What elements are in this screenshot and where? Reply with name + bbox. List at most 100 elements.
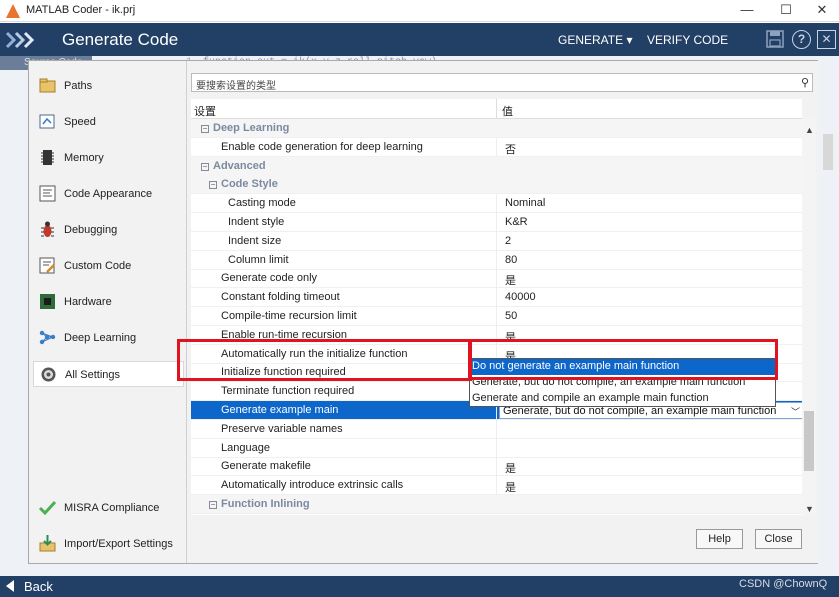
setting-value[interactable]: 是 xyxy=(505,460,516,476)
setting-name: Compile-time recursion limit xyxy=(221,310,357,322)
setting-name: Indent size xyxy=(228,235,281,247)
sidebar-item-label: Speed xyxy=(64,116,96,128)
settings-search-input[interactable]: 要搜索设置的类型 ⚲ xyxy=(191,73,813,92)
save-icon[interactable] xyxy=(766,30,784,48)
search-icon[interactable]: ⚲ xyxy=(801,76,809,89)
table-row[interactable]: Generate makefile 是 xyxy=(191,457,802,477)
collapse-toggle-icon[interactable]: − xyxy=(209,501,217,509)
table-group-row[interactable]: − Advanced xyxy=(191,156,802,176)
setting-value[interactable]: 是 xyxy=(505,272,516,288)
setting-name-text: Indent style xyxy=(228,216,285,228)
sidebar-item-label: Import/Export Settings xyxy=(64,538,173,550)
setting-value[interactable]: 40000 xyxy=(505,291,536,303)
bug-icon xyxy=(41,221,54,237)
scroll-up-arrow-icon[interactable]: ▲ xyxy=(805,125,814,135)
cell-divider xyxy=(496,213,497,232)
sidebar-item-misra-compliance[interactable]: MISRA Compliance xyxy=(33,495,184,521)
table-row[interactable]: Automatically introduce extrinsic calls 是 xyxy=(191,476,802,496)
setting-name: − Deep Learning xyxy=(201,122,289,134)
sidebar-item-memory[interactable]: Memory xyxy=(33,145,184,171)
sidebar-item-paths[interactable]: Paths xyxy=(33,73,184,99)
table-row[interactable]: Preserve variable names xyxy=(191,419,802,439)
table-row[interactable]: Column limit 80 xyxy=(191,250,802,270)
sidebar-item-label: Memory xyxy=(64,152,104,164)
annotation-highlight-value xyxy=(468,339,778,380)
cell-divider xyxy=(496,307,497,326)
setting-value[interactable]: 否 xyxy=(505,141,516,157)
sidebar-item-hardware[interactable]: Hardware xyxy=(33,289,184,315)
cell-divider xyxy=(496,457,497,477)
setting-name-text: Casting mode xyxy=(228,197,296,210)
column-divider[interactable] xyxy=(496,99,497,119)
setting-name-text: Deep Learning xyxy=(213,122,290,134)
settings-table: − Deep Learning Enable code generation for… xyxy=(191,119,802,515)
setting-value[interactable]: 50 xyxy=(505,310,517,322)
minimize-button[interactable]: — xyxy=(731,1,763,19)
chevron-down-icon[interactable]: ﹀ xyxy=(791,405,800,418)
cell-divider xyxy=(496,231,497,251)
table-scrollbar[interactable]: ▲ ▼ xyxy=(802,119,816,515)
cell-divider xyxy=(496,419,497,439)
sidebar-item-speed[interactable]: Speed xyxy=(33,109,184,135)
watermark: CSDN @ChownQ xyxy=(739,578,828,590)
scroll-down-arrow-icon[interactable]: ▼ xyxy=(805,504,814,514)
sidebar-item-import-export[interactable]: Import/Export Settings xyxy=(33,531,184,557)
scrollbar-thumb[interactable] xyxy=(804,411,814,471)
setting-name-text: Advanced xyxy=(213,159,266,172)
help-button[interactable]: Help xyxy=(696,529,743,549)
table-row[interactable]: Enable code generation for deep learning… xyxy=(191,137,802,157)
cell-divider xyxy=(496,438,497,458)
setting-name: − Code Style xyxy=(209,178,278,190)
matlab-logo-icon xyxy=(6,4,20,18)
sidebar-item-all-settings[interactable]: All Settings xyxy=(33,361,184,387)
table-group-row[interactable]: − Function Inlining xyxy=(191,495,802,514)
window-close-button[interactable]: ✕ xyxy=(806,1,838,19)
setting-name: Generate example main xyxy=(221,404,338,416)
setting-name-text: Indent size xyxy=(228,234,282,247)
close-button[interactable]: Close xyxy=(755,529,802,549)
help-icon[interactable]: ? xyxy=(792,30,811,49)
setting-name: Casting mode xyxy=(228,197,296,209)
sidebar-item-custom-code[interactable]: Custom Code xyxy=(33,253,184,279)
table-row[interactable]: Indent style K&R xyxy=(191,213,802,232)
setting-value[interactable]: K&R xyxy=(505,216,528,228)
collapse-toggle-icon[interactable]: − xyxy=(201,162,209,171)
table-row[interactable]: Generate code only 是 xyxy=(191,269,802,289)
speed-icon xyxy=(39,114,55,129)
table-group-row[interactable]: − Code Style xyxy=(191,175,802,195)
sidebar-item-debugging[interactable]: Debugging xyxy=(33,217,184,243)
setting-value[interactable]: 2 xyxy=(505,235,511,247)
import-export-icon xyxy=(39,535,56,552)
generate-menu-button[interactable]: GENERATE ▾ xyxy=(558,33,632,47)
setting-name-text: Language xyxy=(221,441,270,454)
back-button[interactable]: Back xyxy=(24,579,53,594)
close-app-icon[interactable]: ✕ xyxy=(817,30,836,49)
search-placeholder: 要搜索设置的类型 xyxy=(196,81,276,92)
sidebar-item-deep-learning[interactable]: Deep Learning xyxy=(33,325,184,351)
table-row[interactable]: Casting mode Nominal xyxy=(191,194,802,214)
sidebar-item-code-appearance[interactable]: Code Appearance xyxy=(33,181,184,207)
table-row[interactable]: Indent size 2 xyxy=(191,231,802,251)
table-row[interactable]: Compile-time recursion limit 50 xyxy=(191,307,802,326)
collapse-toggle-icon[interactable]: − xyxy=(201,125,209,133)
maximize-button[interactable]: ☐ xyxy=(770,1,802,19)
setting-name-text: Compile-time recursion limit xyxy=(221,310,357,322)
cell-divider xyxy=(496,194,497,214)
table-row[interactable]: Constant folding timeout 40000 xyxy=(191,288,802,308)
dropdown-option[interactable]: Generate and compile an example main fun… xyxy=(470,391,775,407)
setting-value[interactable]: 是 xyxy=(505,479,516,495)
table-group-row[interactable]: − Deep Learning xyxy=(191,119,802,138)
setting-name: Enable code generation for deep learning xyxy=(221,141,423,153)
setting-name: Column limit xyxy=(228,254,289,266)
table-row[interactable]: Language xyxy=(191,438,802,458)
settings-sidebar: Paths Speed Memory Code Appearance Debug… xyxy=(29,61,187,563)
column-header-setting[interactable]: 设置 xyxy=(194,103,216,119)
setting-value[interactable]: 80 xyxy=(505,254,517,266)
setting-value[interactable]: Nominal xyxy=(505,197,545,209)
back-arrow-icon[interactable] xyxy=(6,580,14,592)
collapse-toggle-icon[interactable]: − xyxy=(209,181,217,190)
column-header-value[interactable]: 值 xyxy=(502,103,513,119)
background-scrollbar[interactable] xyxy=(823,134,833,170)
verify-code-button[interactable]: VERIFY CODE xyxy=(647,33,728,47)
footer-bar: Back CSDN @ChownQ xyxy=(0,576,839,597)
